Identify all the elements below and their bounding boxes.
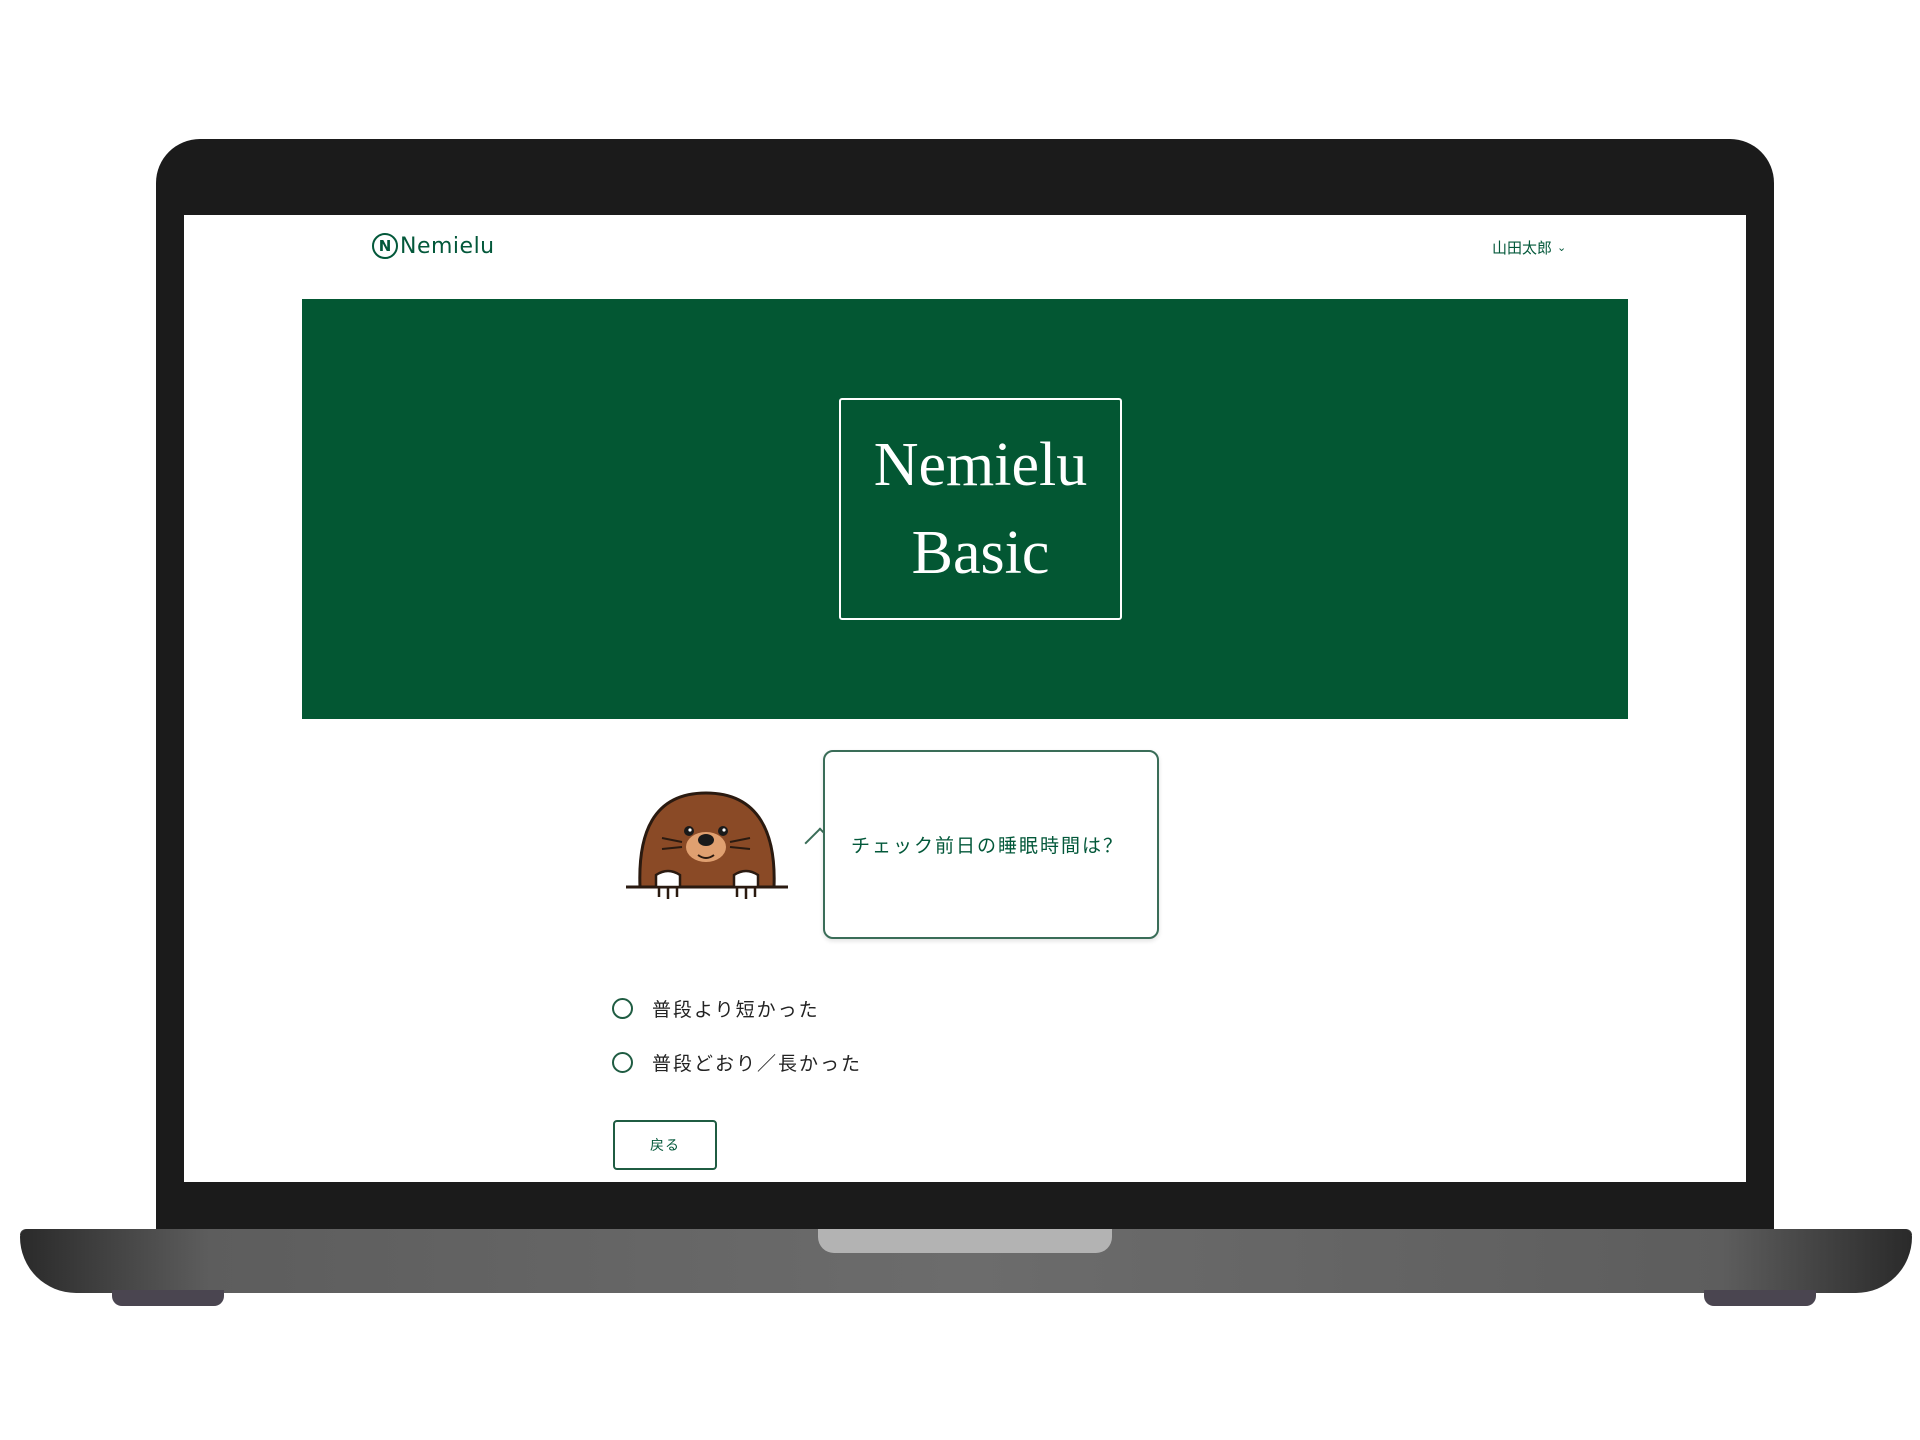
speech-bubble: チェック前日の睡眠時間は？ [823,750,1159,939]
answer-option-label: 普段どおり／長かった [652,1053,863,1075]
answer-option-normal-or-longer[interactable]: 普段どおり／長かった [612,1049,862,1076]
nemielu-logo[interactable]: N Nemielu [372,233,495,259]
answer-option-shorter[interactable]: 普段より短かった [612,995,820,1022]
radio-icon[interactable] [612,1052,633,1073]
logo-icon: N [372,233,398,259]
laptop-notch [818,1229,1112,1253]
laptop-mockup: N Nemielu 山田太郎 ⌄ Nemielu Basic チェック前日の睡眠… [0,0,1920,1440]
laptop-foot-right [1704,1290,1816,1306]
chevron-down-icon: ⌄ [1557,241,1567,254]
hero-title-line1: Nemielu [873,431,1088,499]
logo-text: Nemielu [400,233,495,259]
hero-title-box: Nemielu Basic [839,398,1122,620]
answer-option-label: 普段より短かった [652,999,820,1021]
question-text: チェック前日の睡眠時間は？ [851,835,1125,857]
laptop-foot-left [112,1290,224,1306]
app-screen: N Nemielu 山田太郎 ⌄ Nemielu Basic チェック前日の睡眠… [184,215,1746,1182]
user-menu[interactable]: 山田太郎 ⌄ [1492,237,1566,258]
mole-mascot-icon [626,791,788,899]
hero-banner: Nemielu Basic [302,299,1628,719]
back-button[interactable]: 戻る [613,1120,717,1170]
user-name: 山田太郎 [1492,239,1553,257]
hero-title-line2: Basic [911,519,1050,587]
radio-icon[interactable] [612,998,633,1019]
